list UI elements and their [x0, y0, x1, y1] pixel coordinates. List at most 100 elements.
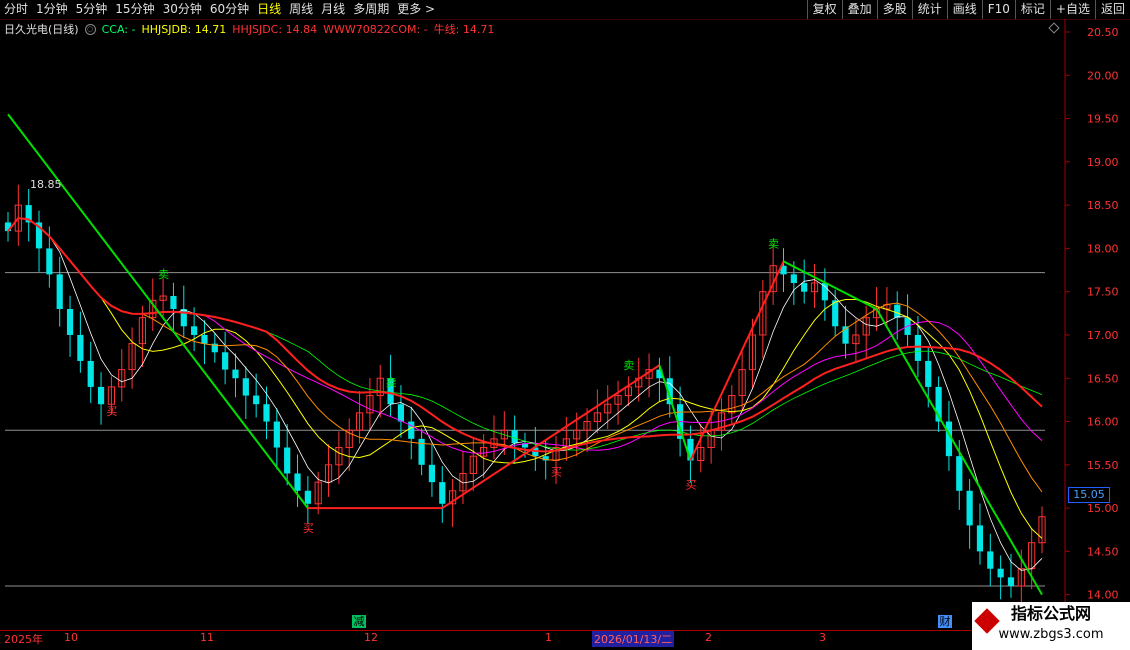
candle-body-6: [66, 309, 74, 335]
tool-button-0[interactable]: 复权: [806, 0, 842, 19]
candle-body-80: [832, 300, 839, 327]
sell-signal-0: 卖: [158, 268, 169, 281]
ma-line-30: [7, 217, 1043, 451]
candle-body-7: [77, 334, 84, 361]
y-tick-label-2: 19.50: [1087, 113, 1119, 126]
trend-line-3: [658, 364, 692, 461]
ma-line-20: [7, 217, 1043, 454]
tab-10[interactable]: 更多 >: [393, 0, 439, 19]
y-tick-label-6: 17.50: [1087, 286, 1119, 299]
tab-1[interactable]: 1分钟: [32, 0, 72, 19]
candle-body-4: [46, 248, 53, 275]
candle-body-21: [222, 352, 229, 370]
tab-3[interactable]: 15分钟: [111, 0, 158, 19]
tool-button-6[interactable]: 标记: [1014, 0, 1050, 19]
period-tabs: 分时 1分钟 5分钟 15分钟 30分钟 60分钟 日线 周线 月线 多周期 更多 >: [0, 0, 439, 19]
kline-chart[interactable]: 20.50 20.00 19.50 19.00 18.50 18.00 17.50 17.00…: [0, 19, 1130, 631]
trend-line-5: [783, 260, 878, 310]
y-tick-label-0: 20.50: [1087, 26, 1119, 39]
candle-body-38: [397, 404, 405, 422]
tool-button-8[interactable]: 返回: [1094, 0, 1130, 19]
tab-5[interactable]: 60分钟: [206, 0, 253, 19]
x-label-cursor-date: 2026/01/13/二: [592, 631, 675, 647]
candle-body-9: [97, 386, 105, 405]
candle-body-18: [191, 326, 198, 335]
candle-body-94: [976, 525, 984, 552]
trend-line-6: [875, 308, 1043, 596]
buy-signal-3: 买: [685, 478, 696, 491]
site-watermark: 指标公式网 www.zbgs3.com: [972, 602, 1130, 650]
candle-body-88: [914, 334, 922, 361]
x-label-10: 10: [64, 631, 78, 644]
ma-line-10: [7, 217, 1043, 539]
candle-body-76: [790, 274, 797, 284]
x-axis-bar: [0, 630, 1065, 645]
event-marker-finance[interactable]: 财: [938, 615, 952, 628]
tool-button-4[interactable]: 画线: [946, 0, 982, 19]
candle-body-24: [253, 395, 260, 405]
candle-body-26: [273, 421, 280, 448]
buy-signal-0: 买: [106, 405, 117, 418]
candle-body-77: [801, 283, 808, 292]
y-tick-label-7: 17.00: [1087, 329, 1119, 342]
watermark-title: 指标公式网: [1010, 604, 1091, 623]
y-tick-label-11: 15.00: [1087, 502, 1119, 515]
tool-buttons: 复权 叠加 多股 统计 画线 F10 标记 +自选 返回: [806, 0, 1130, 19]
watermark-url: www.zbgs3.com: [998, 627, 1104, 642]
candle-body-92: [956, 456, 963, 491]
sell-signal-2: 卖: [623, 359, 634, 372]
tab-4[interactable]: 30分钟: [159, 0, 206, 19]
tool-button-7[interactable]: +自选: [1049, 0, 1095, 19]
tool-button-3[interactable]: 统计: [911, 0, 947, 19]
candle-body-19: [201, 334, 208, 344]
candle-body-27: [284, 447, 291, 474]
y-tick-label-9: 16.00: [1087, 416, 1119, 429]
tab-6[interactable]: 日线: [253, 0, 285, 19]
y-tick-label-3: 19.00: [1087, 156, 1119, 169]
candle-body-79: [821, 283, 828, 301]
sell-signal-1: 卖: [386, 376, 397, 389]
x-label-3: 3: [819, 631, 826, 644]
candle-body-95: [987, 551, 994, 569]
x-label-2: 2: [705, 631, 712, 644]
candle-body-22: [232, 369, 239, 379]
candle-body-86: [894, 304, 901, 318]
tab-0[interactable]: 分时: [0, 0, 32, 19]
y-tick-label-5: 18.00: [1087, 242, 1119, 255]
tool-button-1[interactable]: 叠加: [841, 0, 877, 19]
candle-body-29: [304, 490, 311, 504]
y-tick-label-8: 16.50: [1087, 372, 1119, 385]
buy-signal-2: 买: [551, 466, 562, 479]
candle-body-42: [439, 482, 446, 504]
x-label-12: 12: [364, 631, 378, 644]
tab-2[interactable]: 5分钟: [72, 0, 112, 19]
candle-body-16: [170, 296, 177, 309]
tab-8[interactable]: 月线: [317, 0, 349, 19]
y-tick-label-13: 14.00: [1087, 589, 1119, 602]
tool-button-5[interactable]: F10: [981, 0, 1015, 19]
max-price-label: 18.85: [30, 178, 62, 191]
candle-body-8: [87, 360, 94, 387]
candle-body-23: [242, 378, 249, 396]
y-tick-label-1: 20.00: [1087, 69, 1119, 82]
x-label-1: 1: [545, 631, 552, 644]
tool-button-2[interactable]: 多股: [876, 0, 912, 19]
tab-9[interactable]: 多周期: [349, 0, 393, 19]
top-toolbar: 分时 1分钟 5分钟 15分钟 30分钟 60分钟 日线 周线 月线 多周期 更多 > 复权 叠加 多股…: [0, 0, 1130, 20]
candle-body-25: [263, 404, 270, 422]
candle-body-96: [997, 568, 1004, 578]
event-marker-reduce[interactable]: 减: [352, 615, 366, 628]
candle-body-28: [294, 473, 301, 491]
y-tick-label-4: 18.50: [1087, 199, 1119, 212]
ma-line-26: [7, 217, 1043, 453]
trend-line-0: [7, 113, 309, 509]
x-label-2025: 2025年: [4, 633, 43, 646]
candle-body-97: [1007, 577, 1015, 587]
candle-body-5: [56, 274, 63, 309]
current-price-box: 15.05: [1068, 487, 1110, 503]
buy-signal-1: 买: [303, 522, 314, 535]
candle-body-49: [511, 430, 518, 444]
candle-body-93: [966, 490, 973, 526]
y-tick-label-12: 14.50: [1087, 545, 1119, 558]
tab-7[interactable]: 周线: [285, 0, 317, 19]
